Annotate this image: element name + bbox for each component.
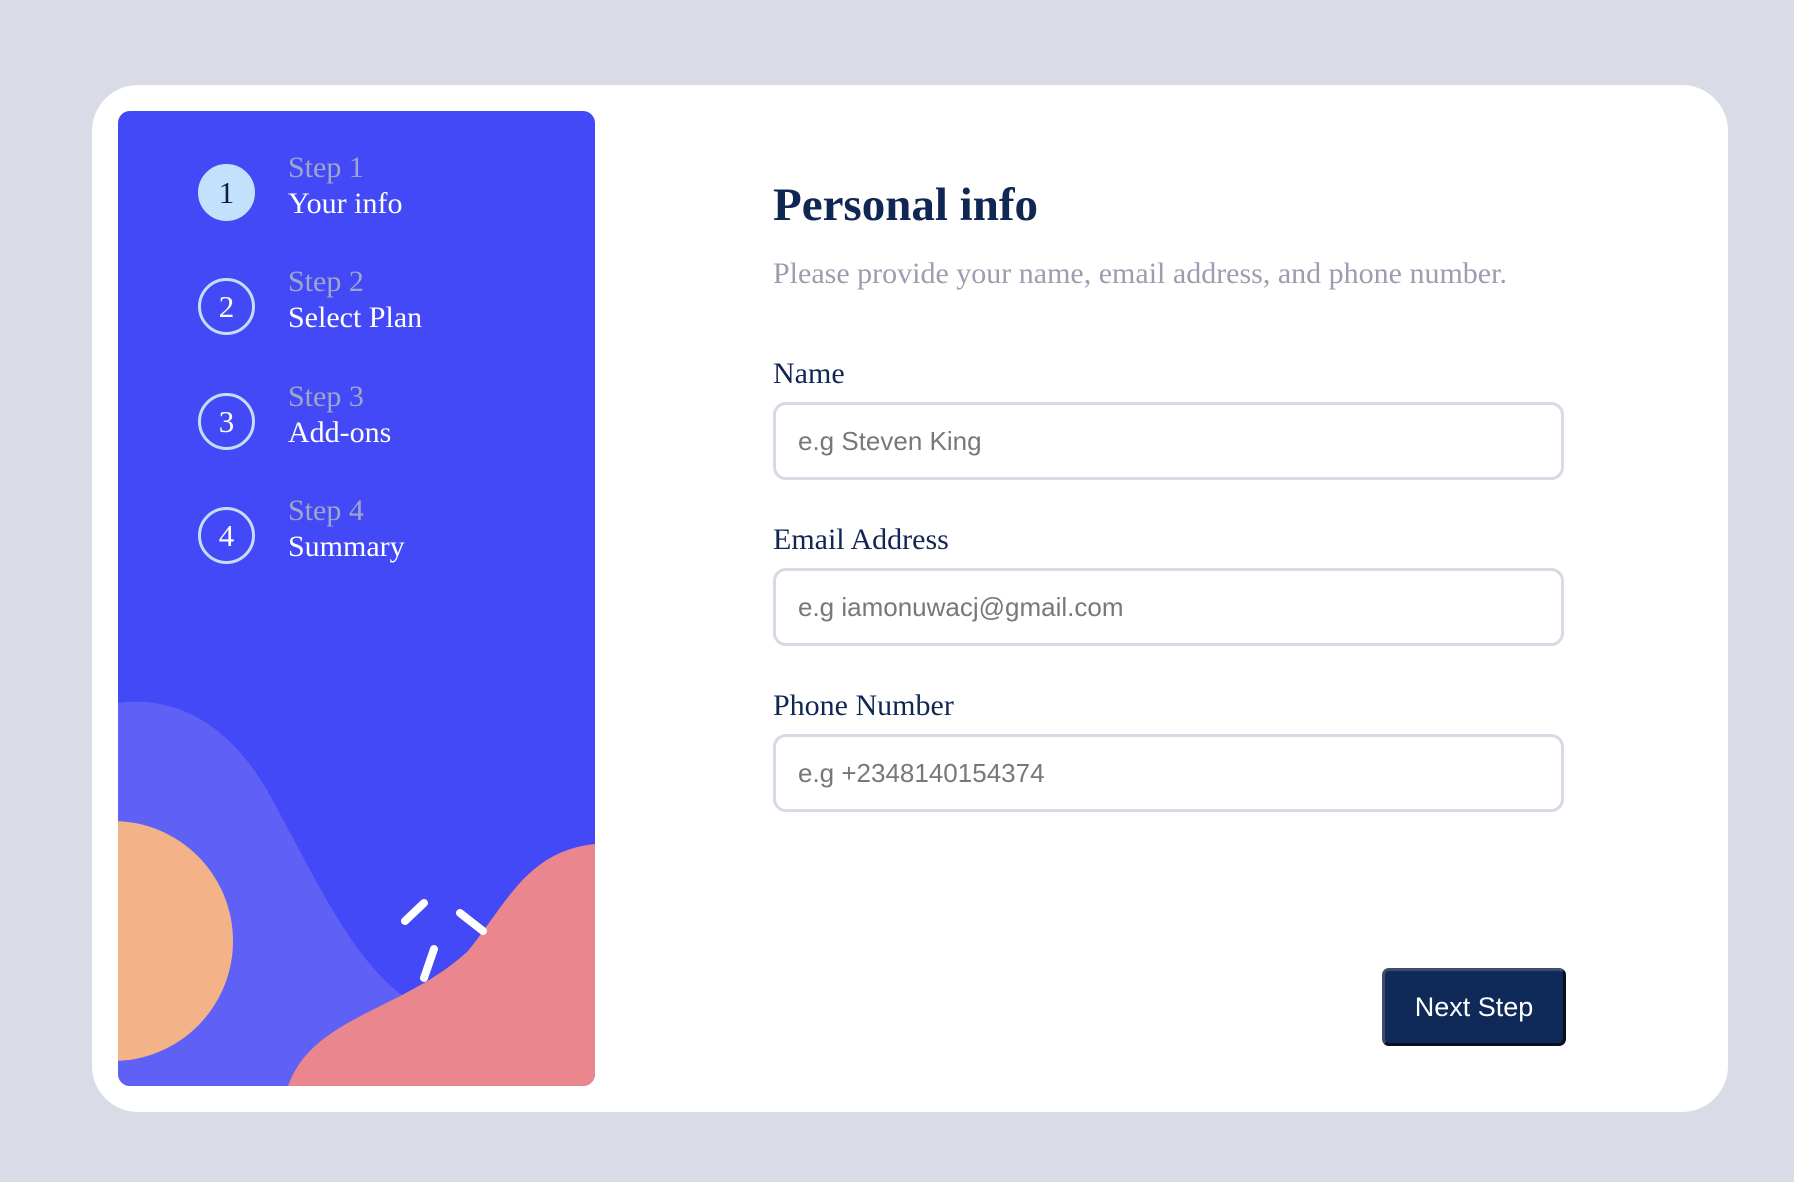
name-input[interactable] (773, 402, 1564, 480)
sparkle-line-3 (420, 945, 438, 982)
step-kicker-3: Step 3 (288, 380, 364, 413)
step-item-3[interactable]: 3 Step 3 Add-ons (198, 380, 558, 463)
step-title-4: Summary (288, 530, 405, 563)
sidebar-decoration (118, 701, 595, 1086)
step-item-2[interactable]: 2 Step 2 Select Plan (198, 265, 558, 348)
name-label: Name (773, 357, 845, 390)
step-number-1: 1 (198, 164, 255, 221)
phone-label: Phone Number (773, 689, 954, 722)
step-number-3: 3 (198, 393, 255, 450)
phone-input[interactable] (773, 734, 1564, 812)
phone-field-group: Phone Number (773, 688, 1564, 812)
form-card: 1 Step 1 Your info 2 Step 2 Select Plan … (92, 85, 1728, 1112)
step-text-3: Step 3 Add-ons (288, 379, 391, 451)
step-text-2: Step 2 Select Plan (288, 264, 422, 336)
sparkle-line-1 (401, 899, 428, 925)
step-kicker-4: Step 4 (288, 494, 364, 527)
step-number-2: 2 (198, 278, 255, 335)
step-kicker-2: Step 2 (288, 265, 364, 298)
step-number-4: 4 (198, 507, 255, 564)
email-field-group: Email Address (773, 522, 1564, 646)
step-title-1: Your info (288, 187, 403, 220)
sidebar: 1 Step 1 Your info 2 Step 2 Select Plan … (118, 111, 595, 1086)
form-main: Personal info Please provide your name, … (773, 177, 1567, 812)
step-title-2: Select Plan (288, 301, 423, 334)
step-title-3: Add-ons (288, 416, 392, 449)
next-step-button[interactable]: Next Step (1382, 968, 1566, 1046)
sparkle-line-2 (456, 909, 487, 935)
step-item-4[interactable]: 4 Step 4 Summary (198, 494, 558, 577)
page-title: Personal info (773, 179, 1039, 231)
step-item-1[interactable]: 1 Step 1 Your info (198, 151, 558, 234)
page-subtitle: Please provide your name, email address,… (773, 257, 1507, 290)
step-text-1: Step 1 Your info (288, 150, 402, 222)
step-kicker-1: Step 1 (288, 151, 364, 184)
email-input[interactable] (773, 568, 1564, 646)
step-text-4: Step 4 Summary (288, 493, 405, 565)
name-field-group: Name (773, 356, 1564, 480)
email-label: Email Address (773, 523, 949, 556)
